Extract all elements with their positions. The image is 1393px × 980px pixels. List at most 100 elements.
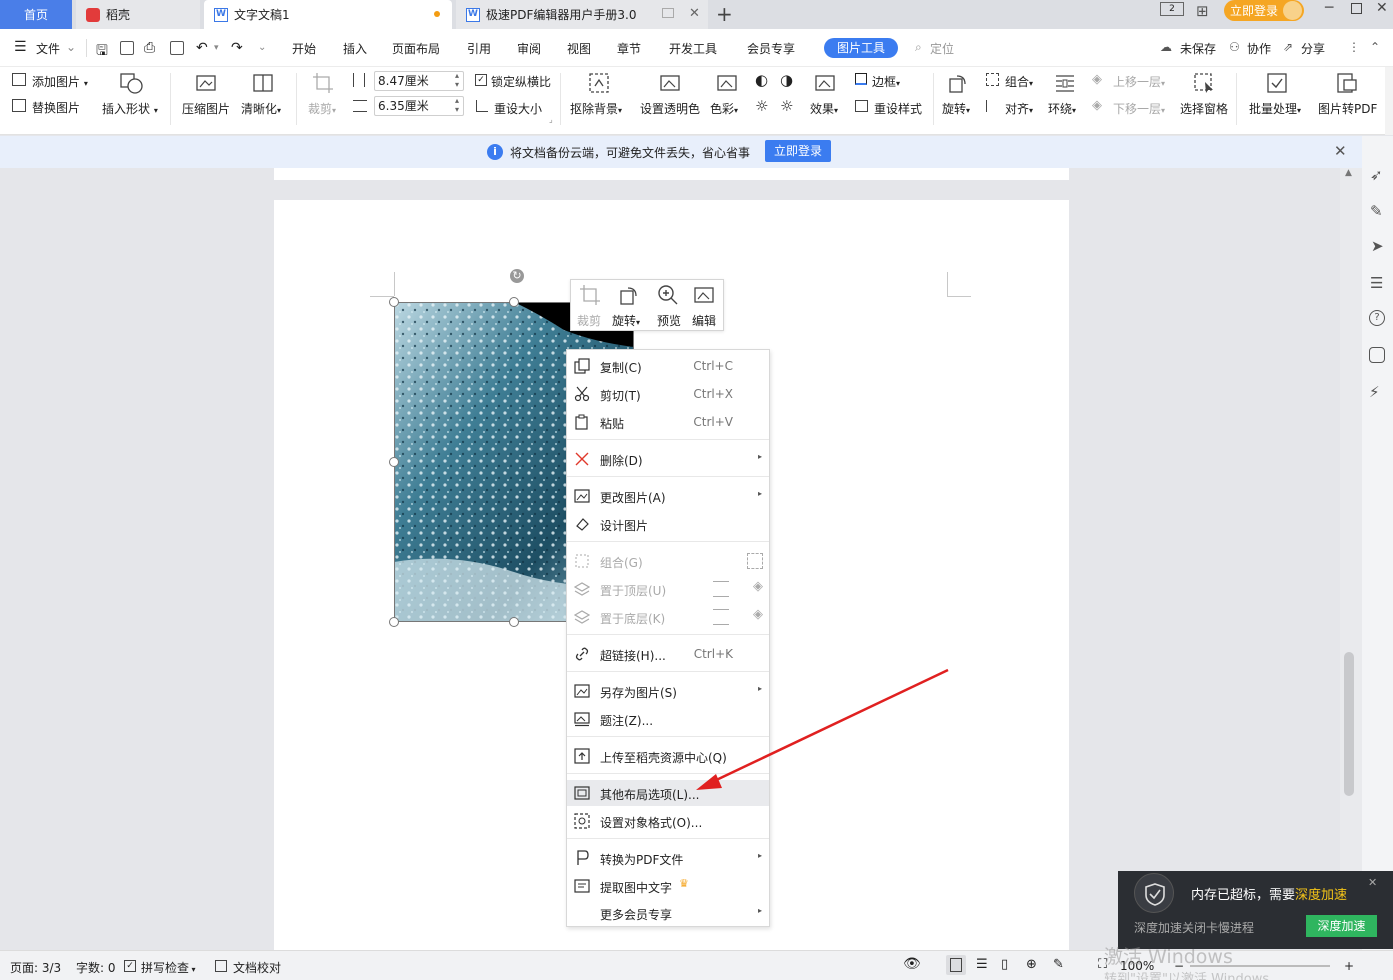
height-stepper[interactable]: ▴ ▾ [455, 71, 459, 89]
width-stepper[interactable]: ▴ ▾ [455, 96, 459, 114]
mini-rotate-button[interactable]: 旋转▾ [612, 312, 640, 329]
vertical-scrollbar[interactable]: ▲ ▼ [1340, 168, 1362, 950]
contrast-up-icon[interactable]: ◐ [755, 71, 768, 89]
insert-shape-button[interactable]: 插入形状 ▾ [102, 100, 158, 117]
tab-pin-icon[interactable] [662, 8, 674, 18]
sliders-icon[interactable]: ☰ [1370, 274, 1383, 292]
menu-item-format-object[interactable]: 设置对象格式(O)... [567, 808, 769, 834]
maximize-button[interactable] [1351, 3, 1362, 14]
tab-home[interactable]: 首页 [0, 0, 72, 29]
login-button[interactable]: 立即登录 [1224, 0, 1304, 21]
export-pdf-icon[interactable] [120, 41, 134, 55]
menu-file[interactable]: 文件 [36, 40, 60, 57]
menu-item-convert-pdf[interactable]: 转换为PDF文件 ▸ [567, 845, 769, 871]
chevron-down-icon[interactable]: ▾ [214, 43, 219, 53]
unsaved-status[interactable]: 未保存 [1180, 40, 1216, 57]
spellcheck-checkbox[interactable]: ✓ [124, 960, 136, 972]
menu-section[interactable]: 章节 [617, 40, 641, 57]
new-tab-button[interactable]: + [716, 2, 733, 26]
mini-preview-button[interactable]: 预览 [657, 312, 681, 329]
minimize-button[interactable]: ─ [1325, 0, 1333, 16]
print-preview-icon[interactable] [170, 41, 184, 55]
collaborate-button[interactable]: 协作 [1247, 40, 1271, 57]
brightness-down-icon[interactable]: ☼ [780, 97, 793, 115]
window-layout-icon[interactable]: 2 [1160, 2, 1184, 16]
word-count[interactable]: 字数: 0 [76, 959, 116, 976]
page-count[interactable]: 页面: 3/3 [10, 959, 61, 976]
write-view-icon[interactable]: ✎ [1053, 957, 1064, 972]
print-icon[interactable]: ⎙ [144, 40, 155, 56]
proofread-button[interactable]: 文档校对 [233, 959, 281, 976]
menu-item-change-picture[interactable]: 更改图片(A) ▸ [567, 483, 769, 509]
border-button[interactable]: 边框▾ [872, 73, 900, 90]
scrollbar-thumb[interactable] [1344, 652, 1354, 796]
help-icon[interactable]: ? [1369, 310, 1385, 326]
menu-review[interactable]: 审阅 [517, 40, 541, 57]
menu-developer[interactable]: 开发工具 [669, 40, 717, 57]
selection-pane-button[interactable]: 选择窗格 [1180, 100, 1228, 117]
hamburger-icon[interactable]: ☰ [14, 39, 27, 55]
zoom-in-button[interactable]: + [1344, 959, 1354, 973]
web-view-icon[interactable]: ⊕ [1026, 957, 1037, 972]
crop-button[interactable]: 裁剪▾ [308, 100, 336, 117]
lock-ratio-checkbox[interactable]: ✓ [475, 74, 487, 86]
rotate-handle-icon[interactable]: ↻ [508, 267, 526, 285]
spellcheck-button[interactable]: 拼写检查 ▾ [141, 959, 196, 976]
more-icon[interactable]: ⋮ [1348, 40, 1360, 54]
rotate-button[interactable]: 旋转▾ [942, 100, 970, 117]
redo-icon[interactable]: ↷ [231, 40, 243, 56]
cursor-icon[interactable]: ➤ [1371, 237, 1384, 255]
eye-icon[interactable]: 👁 [903, 956, 921, 972]
menu-item-delete[interactable]: 删除(D) ▸ [567, 446, 769, 472]
contrast-down-icon[interactable]: ◑ [780, 71, 793, 89]
menu-item-group[interactable]: 组合(G) [567, 548, 769, 574]
close-window-button[interactable]: ✕ [1376, 0, 1388, 16]
outline-view-icon[interactable]: ☰ [976, 957, 988, 972]
share-button[interactable]: 分享 [1301, 40, 1325, 57]
notice-login-button[interactable]: 立即登录 [765, 140, 831, 162]
mini-crop-button[interactable]: 裁剪 [577, 312, 601, 329]
picture-tool-icon[interactable] [1369, 347, 1385, 363]
align-button[interactable]: 对齐▾ [1005, 100, 1033, 117]
picture-to-pdf-button[interactable]: 图片转PDF [1318, 100, 1377, 117]
resize-handle[interactable] [389, 617, 399, 627]
menu-start[interactable]: 开始 [292, 40, 316, 57]
reset-size-button[interactable]: 重设大小 [494, 100, 542, 117]
menu-item-member-exclusive[interactable]: 更多会员专享 ▸ [567, 900, 769, 926]
mini-edit-button[interactable]: 编辑 [692, 312, 716, 329]
tab-picture-tools[interactable]: 图片工具 [824, 38, 898, 58]
pen-icon[interactable]: ✎ [1370, 202, 1383, 220]
reset-style-button[interactable]: 重设样式 [874, 100, 922, 117]
locate-search[interactable]: 定位 [930, 40, 954, 57]
add-picture-button[interactable]: 添加图片 ▾ [32, 73, 88, 90]
set-transparent-button[interactable]: 设置透明色 [640, 100, 700, 117]
menu-item-send-to-back[interactable]: 置于底层(K) ◈ [567, 604, 769, 630]
lightning-icon[interactable]: ⚡ [1369, 383, 1380, 401]
close-icon[interactable]: ✕ [1334, 142, 1347, 160]
height-field[interactable]: 8.47厘米 [374, 71, 464, 91]
menu-item-cut[interactable]: 剪切(T) Ctrl+X [567, 381, 769, 407]
effects-button[interactable]: 效果▾ [810, 100, 838, 117]
resize-handle[interactable] [509, 297, 519, 307]
collapse-ribbon-icon[interactable]: ⌃ [1370, 40, 1380, 54]
menu-page-layout[interactable]: 页面布局 [392, 40, 440, 57]
resize-handle[interactable] [389, 457, 399, 467]
tab-pdf-manual[interactable]: W 极速PDF编辑器用户手册3.0 ✕ [456, 0, 708, 29]
group-button[interactable]: 组合▾ [1005, 73, 1033, 90]
menu-view[interactable]: 视图 [567, 40, 591, 57]
read-view-icon[interactable]: ▯ [1001, 957, 1008, 972]
compress-picture-button[interactable]: 压缩图片 [182, 100, 230, 117]
color-button[interactable]: 色彩▾ [710, 100, 738, 117]
tab-document-1[interactable]: W 文字文稿1 [204, 0, 452, 29]
remove-background-button[interactable]: 抠除背景▾ [570, 100, 622, 117]
size-dialog-launcher-icon[interactable]: ⌟ [549, 115, 553, 124]
brightness-up-icon[interactable]: ☼ [755, 97, 768, 115]
batch-process-button[interactable]: 批量处理▾ [1249, 100, 1301, 117]
menu-member[interactable]: 会员专享 [747, 40, 795, 57]
search-icon[interactable]: ⌕ [915, 40, 922, 55]
tab-close-icon[interactable]: ✕ [689, 6, 700, 21]
width-field[interactable]: 6.35厘米 [374, 96, 464, 116]
apps-grid-icon[interactable]: ⊞ [1196, 2, 1209, 20]
menu-item-extract-text[interactable]: 提取图中文字 ♛ [567, 873, 769, 899]
close-icon[interactable]: ✕ [1368, 876, 1377, 889]
